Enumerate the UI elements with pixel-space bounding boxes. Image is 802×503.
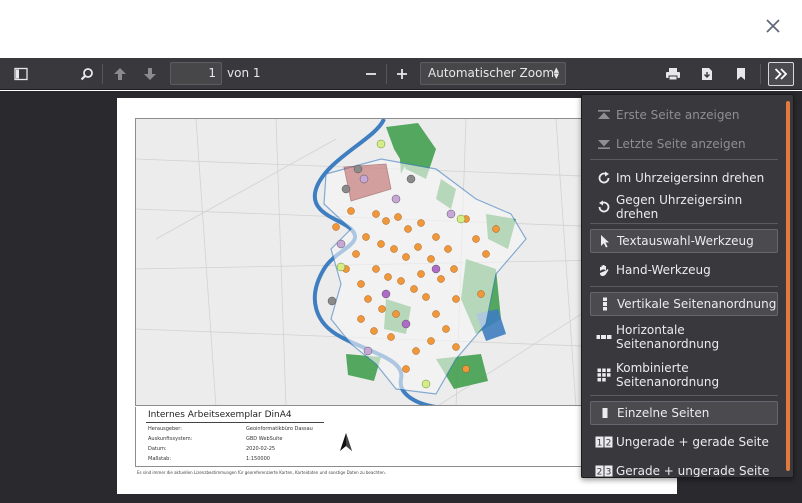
secondary-toolbar-toggle-button[interactable] <box>768 62 794 86</box>
close-icon[interactable] <box>764 18 782 36</box>
svg-text:3: 3 <box>606 468 612 478</box>
map-footnote: Es sind immer die aktuellen Lizenzbestim… <box>137 470 386 475</box>
previous-page-icon[interactable] <box>107 62 133 86</box>
print-icon[interactable] <box>660 62 686 86</box>
dialog-header <box>0 0 802 58</box>
svg-text:2: 2 <box>597 468 603 478</box>
bookmark-icon[interactable] <box>728 62 754 86</box>
menu-item-horizontal-scrolling[interactable]: Horizontale Seitenanordnung <box>590 322 778 352</box>
zoom-select-value: Automatischer Zoom <box>428 66 555 80</box>
search-icon[interactable] <box>74 62 100 86</box>
rotate-ccw-icon <box>594 199 614 215</box>
zoom-out-icon[interactable] <box>358 62 384 86</box>
legend-value: GBD WebSuite <box>246 436 283 442</box>
menu-item-last-page[interactable]: Letzte Seite anzeigen <box>590 132 778 156</box>
legend-label: Herausgeber: <box>148 426 182 432</box>
pdf-toolbar: 1 von 1 Automatischer Zoom ▲ ▼ <box>0 58 802 90</box>
rotate-cw-icon <box>594 170 614 186</box>
legend-label: Auskunftssystem: <box>148 436 193 442</box>
legend-divider <box>146 422 324 423</box>
double-chevron-right-icon <box>774 65 788 84</box>
menu-divider <box>590 223 778 224</box>
hand-icon <box>594 262 614 278</box>
svg-text:2: 2 <box>606 439 612 449</box>
page-count-label: von 1 <box>227 66 261 80</box>
download-icon[interactable] <box>694 62 720 86</box>
menu-divider <box>590 286 778 287</box>
wrapped-scroll-icon <box>594 367 614 383</box>
menu-item-text-selection-tool[interactable]: Textauswahl-Werkzeug <box>590 229 778 253</box>
select-arrows-icon: ▲ ▼ <box>553 66 559 80</box>
horizontal-scroll-icon <box>594 329 614 345</box>
toolbar-divider <box>386 64 387 84</box>
menu-item-first-page[interactable]: Erste Seite anzeigen <box>590 103 778 127</box>
page-number-input[interactable]: 1 <box>170 62 222 85</box>
menu-divider <box>590 159 778 160</box>
single-page-icon <box>595 405 615 421</box>
odd-spread-icon: 12 <box>594 434 614 450</box>
sidebar-toggle-icon[interactable] <box>8 62 34 86</box>
legend-label: Datum: <box>148 446 167 452</box>
north-arrow-icon <box>339 432 353 456</box>
legend-value: 1:150000 <box>246 456 270 462</box>
svg-text:1: 1 <box>597 439 603 449</box>
even-spread-icon: 23 <box>594 463 614 478</box>
legend-label: Maßstab: <box>148 456 172 462</box>
menu-divider <box>590 395 778 396</box>
legend-value: 2020-02-25 <box>246 446 276 452</box>
toolbar-divider <box>760 64 761 84</box>
menu-item-rotate-ccw[interactable]: Gegen Uhrzeigersinn drehen <box>590 193 778 221</box>
next-page-icon[interactable] <box>137 62 163 86</box>
menu-item-vertical-scrolling[interactable]: Vertikale Seitenanordnung <box>590 292 778 316</box>
menu-scrollbar[interactable] <box>786 101 790 471</box>
last-page-icon <box>594 136 614 152</box>
menu-item-no-spreads[interactable]: Einzelne Seiten <box>590 401 778 425</box>
vertical-scroll-icon <box>595 296 615 312</box>
menu-item-odd-spreads[interactable]: 12 Ungerade + gerade Seite <box>590 430 778 454</box>
toolbar-divider <box>102 64 103 84</box>
zoom-select[interactable]: Automatischer Zoom ▲ ▼ <box>420 62 566 85</box>
menu-item-hand-tool[interactable]: Hand-Werkzeug <box>590 258 778 282</box>
zoom-in-icon[interactable] <box>389 62 415 86</box>
menu-item-rotate-cw[interactable]: Im Uhrzeigersinn drehen <box>590 166 778 190</box>
menu-item-even-spreads[interactable]: 23 Gerade + ungerade Seite <box>590 459 778 478</box>
legend-title: Internes Arbeitsexemplar DinA4 <box>148 410 292 420</box>
cursor-icon <box>595 233 615 249</box>
first-page-icon <box>594 107 614 123</box>
menu-item-wrapped-scrolling[interactable]: Kombinierte Seitenanordnung <box>590 360 778 390</box>
legend-value: Geoinformatikbüro Dassau <box>246 426 313 432</box>
secondary-toolbar-menu: Erste Seite anzeigen Letzte Seite anzeig… <box>581 94 794 478</box>
